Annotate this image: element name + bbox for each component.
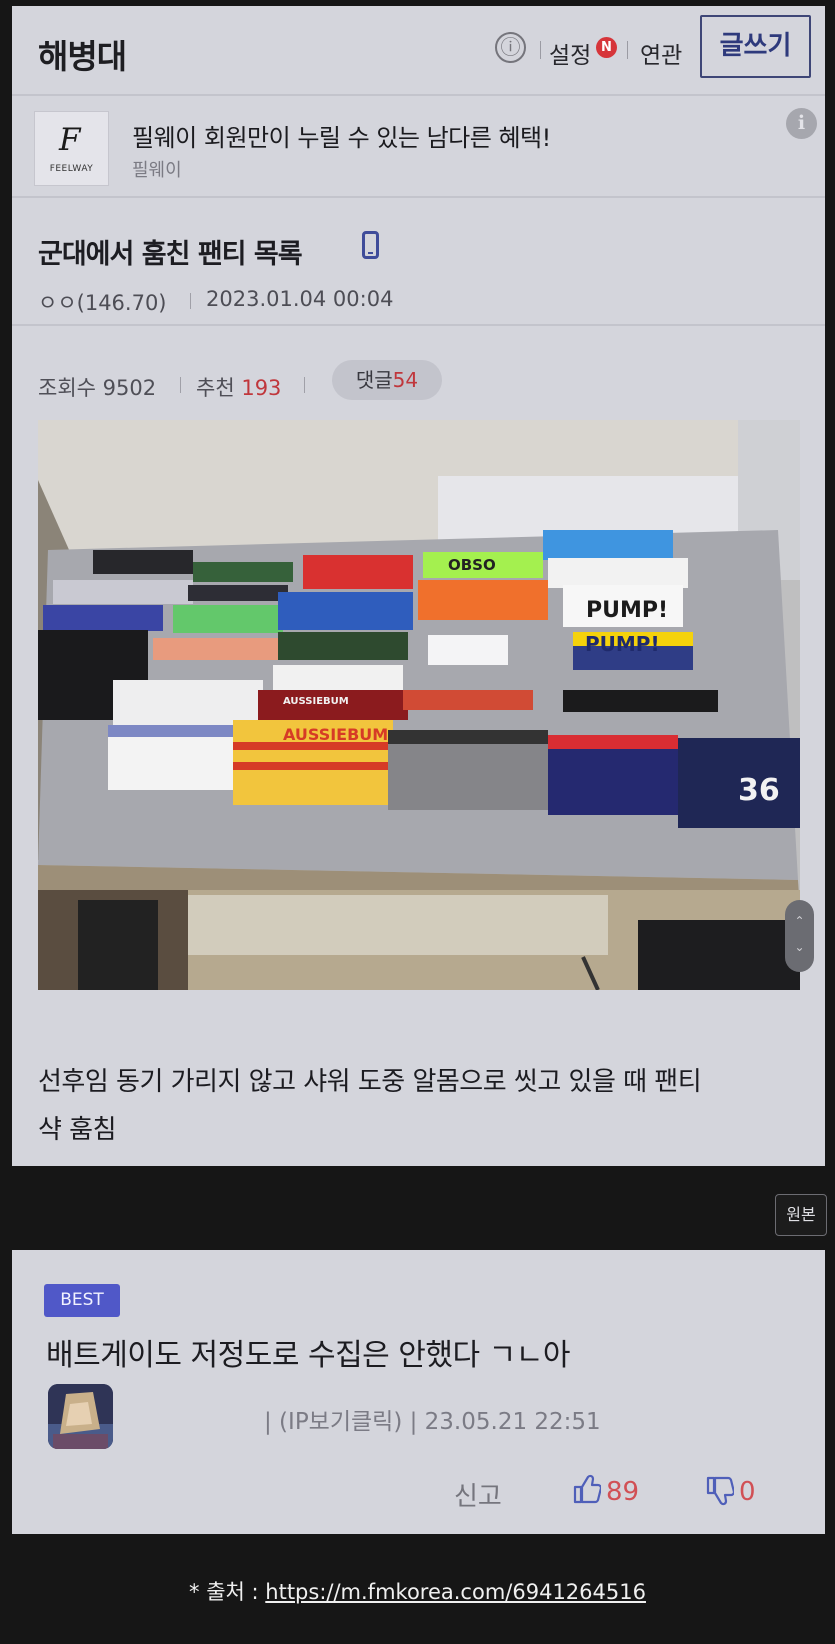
- comments-count: 54: [392, 368, 419, 392]
- separator: [627, 41, 628, 59]
- ad-title[interactable]: 필웨이 회원만이 누릴 수 있는 남다른 혜택!: [132, 118, 551, 153]
- recommend-stat: 추천 193: [196, 372, 281, 402]
- post-date: 2023.01.04 00:04: [206, 287, 394, 311]
- avatar[interactable]: [48, 1384, 113, 1449]
- source-link[interactable]: https://m.fmkorea.com/6941264516: [265, 1580, 646, 1604]
- thumbs-down-icon[interactable]: [706, 1476, 734, 1506]
- like-count: 89: [606, 1477, 640, 1507]
- info-icon[interactable]: ⓘ: [495, 32, 526, 63]
- image-label: PUMP!: [585, 632, 660, 656]
- views-count: 9502: [102, 376, 157, 400]
- image-label: 36: [738, 773, 780, 808]
- avatar-image: [48, 1384, 113, 1449]
- chevron-down-icon[interactable]: ⌄: [785, 934, 814, 960]
- new-badge: N: [596, 37, 617, 58]
- feelway-logo: F FEELWAY: [34, 111, 109, 186]
- post-body-line: 선후임 동기 가리지 않고 샤워 도중 알몸으로 씻고 있을 때 팬티: [38, 1067, 702, 1097]
- write-button[interactable]: 글쓰기: [700, 15, 811, 78]
- dislike-count: 0: [739, 1477, 756, 1507]
- post-card: 해병대 ⓘ 설정 N 연관 글쓰기 F FEELWAY 필웨이 회원만이 누릴 …: [12, 6, 825, 1166]
- report-button[interactable]: 신고: [454, 1476, 502, 1513]
- views-stat: 조회수 9502: [38, 372, 156, 402]
- ad-banner[interactable]: F FEELWAY 필웨이 회원만이 누릴 수 있는 남다른 혜택! 필웨이 i: [12, 94, 825, 198]
- best-comment-card: BEST 배트게이도 저정도로 수집은 안했다 ㄱㄴ아 | (IP보기클릭) |…: [12, 1250, 825, 1534]
- recommend-count: 193: [241, 376, 282, 400]
- post-author[interactable]: ㅇㅇ(146.70): [38, 287, 167, 317]
- logo-text: FEELWAY: [49, 164, 94, 174]
- post-title: 군대에서 훔친 팬티 목록: [38, 239, 303, 270]
- comments-button[interactable]: 댓글54: [332, 360, 442, 400]
- comment-meta[interactable]: | (IP보기클릭) | 23.05.21 22:51: [264, 1402, 601, 1436]
- gallery-name[interactable]: 해병대: [38, 30, 127, 78]
- image-label: PUMP!: [586, 598, 668, 623]
- original-button[interactable]: 원본: [775, 1194, 827, 1236]
- scroll-button[interactable]: ⌃ ⌄: [785, 900, 814, 972]
- thumbs-up-icon[interactable]: [573, 1474, 601, 1504]
- image-label: AUSSIEBUM: [283, 725, 388, 744]
- ad-advertiser: 필웨이: [132, 160, 182, 181]
- recommend-label: 추천: [196, 376, 235, 400]
- ad-info-icon[interactable]: i: [786, 108, 817, 139]
- settings-link[interactable]: 설정: [549, 36, 591, 70]
- source-prefix: * 출처 :: [189, 1580, 266, 1604]
- chevron-up-icon[interactable]: ⌃: [785, 908, 814, 934]
- comments-label: 댓글: [355, 368, 393, 392]
- separator: [540, 41, 541, 59]
- image-label: OBSO: [448, 556, 496, 574]
- comment-text: 배트게이도 저정도로 수집은 안했다 ㄱㄴ아: [46, 1338, 570, 1373]
- post-body-line: 샥 훔침: [38, 1115, 117, 1145]
- post-photo: PUMP! PUMP! AUSSIEBUM AUSSIEBUM 36 OBSO: [38, 420, 800, 990]
- mobile-icon: [362, 231, 379, 259]
- separator: [180, 377, 181, 393]
- post-body: 선후임 동기 가리지 않고 샤워 도중 알몸으로 씻고 있을 때 팬티 샥 훔침: [38, 1058, 778, 1154]
- image-label: AUSSIEBUM: [283, 696, 349, 707]
- post-image[interactable]: PUMP! PUMP! AUSSIEBUM AUSSIEBUM 36 OBSO: [38, 420, 800, 990]
- source-line: * 출처 : https://m.fmkorea.com/6941264516: [0, 1576, 835, 1606]
- separator: [190, 293, 191, 309]
- separator: [304, 377, 305, 393]
- views-label: 조회수: [38, 376, 96, 400]
- best-badge: BEST: [44, 1284, 120, 1317]
- logo-mark: F: [59, 122, 81, 158]
- related-link[interactable]: 연관: [640, 36, 682, 70]
- divider: [12, 324, 825, 326]
- top-bar: 해병대 ⓘ 설정 N 연관 글쓰기: [12, 6, 825, 94]
